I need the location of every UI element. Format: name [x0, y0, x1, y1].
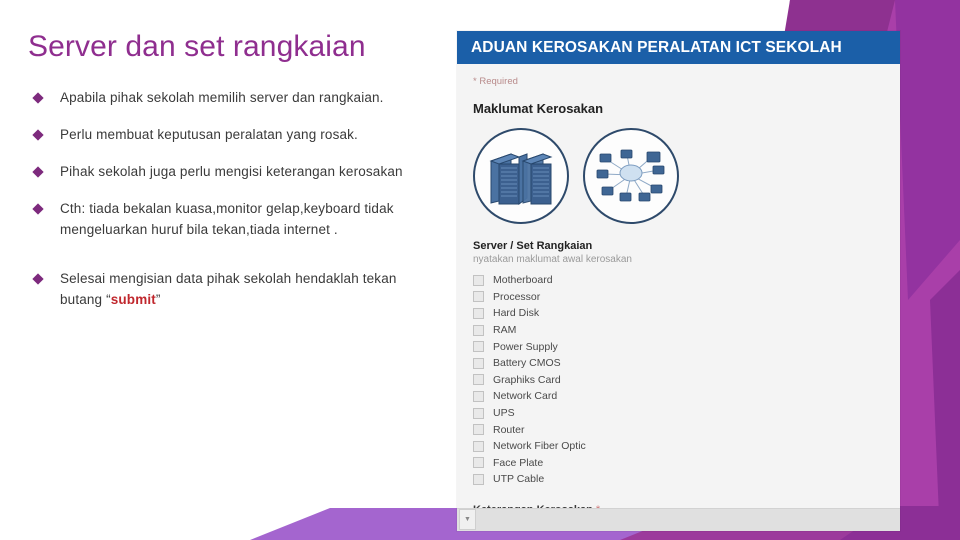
slide-canvas: Server dan set rangkaian Apabila pihak s… [0, 0, 960, 540]
form-body: * Required Maklumat Kerosakan Server / S… [457, 64, 900, 531]
checkbox-row[interactable]: Graphiks Card [473, 372, 884, 389]
list-item: Apabila pihak sekolah memilih server dan… [32, 88, 434, 109]
checkbox-icon[interactable] [473, 291, 484, 303]
slide-left-column: Server dan set rangkaian Apabila pihak s… [0, 0, 450, 540]
checkbox-icon[interactable] [473, 374, 484, 386]
diamond-bullet-icon [32, 92, 44, 104]
illustration-group [473, 128, 884, 224]
submit-instruction-suffix: ” [155, 291, 161, 307]
embedded-form-screenshot: ADUAN KEROSAKAN PERALATAN ICT SEKOLAH * … [457, 31, 900, 531]
checkbox-label: Network Fiber Optic [493, 440, 586, 453]
checkbox-label: Battery CMOS [493, 357, 561, 370]
checkbox-row[interactable]: UTP Cable [473, 471, 884, 488]
checkbox-row[interactable]: Processor [473, 289, 884, 306]
list-item: Cth: tiada bekalan kuasa,monitor gelap,k… [32, 199, 434, 241]
list-item-text: Cth: tiada bekalan kuasa,monitor gelap,k… [60, 200, 394, 237]
checkbox-label: UTP Cable [493, 473, 545, 486]
list-item-submit-instruction: Selesai mengisian data pihak sekolah hen… [32, 269, 434, 311]
checkbox-row[interactable]: Router [473, 421, 884, 438]
checkbox-icon[interactable] [473, 357, 484, 369]
checkbox-row[interactable]: Motherboard [473, 272, 884, 289]
list-item-text: Apabila pihak sekolah memilih server dan… [60, 90, 384, 105]
checkbox-icon[interactable] [473, 473, 484, 485]
form-bottom-cut-strip [457, 508, 900, 531]
bullet-list: Apabila pihak sekolah memilih server dan… [32, 88, 434, 326]
field-label: Server / Set Rangkaian [473, 240, 593, 252]
list-item: Pihak sekolah juga perlu mengisi keteran… [32, 162, 434, 183]
checkbox-label: Power Supply [493, 340, 558, 353]
form-header: ADUAN KEROSAKAN PERALATAN ICT SEKOLAH [457, 31, 900, 64]
checkbox-row[interactable]: Power Supply [473, 338, 884, 355]
checkbox-row[interactable]: Network Card [473, 388, 884, 405]
list-item-text: Perlu membuat keputusan peralatan yang r… [60, 126, 358, 142]
checkbox-row[interactable]: Hard Disk [473, 305, 884, 322]
list-item-text: Selesai mengisian data pihak sekolah hen… [60, 269, 434, 311]
network-diagram-icon [596, 149, 665, 202]
checkbox-label: Router [493, 423, 525, 436]
page-title: Server dan set rangkaian [28, 30, 366, 63]
diamond-bullet-icon [32, 272, 44, 285]
checkbox-icon[interactable] [473, 457, 484, 469]
checkbox-label: Motherboard [493, 274, 553, 287]
checkbox-icon[interactable] [473, 324, 484, 336]
checkbox-row[interactable]: Battery CMOS [473, 355, 884, 372]
scroll-down-button[interactable]: ▼ [459, 509, 476, 530]
checkbox-label: Network Card [493, 390, 558, 403]
checkbox-icon[interactable] [473, 341, 484, 353]
diamond-bullet-icon [32, 129, 44, 141]
checkbox-icon[interactable] [473, 440, 484, 452]
checkbox-icon[interactable] [473, 274, 484, 286]
diamond-bullet-icon [32, 166, 44, 178]
checkbox-label: UPS [493, 407, 515, 420]
checkbox-label: Graphiks Card [493, 373, 561, 386]
checkbox-row[interactable]: Face Plate [473, 455, 884, 472]
checkbox-icon[interactable] [473, 424, 484, 436]
checkbox-label: RAM [493, 324, 517, 337]
server-rack-icon [489, 153, 553, 205]
checkbox-icon[interactable] [473, 390, 484, 402]
submit-keyword: submit [110, 291, 156, 307]
checkbox-row[interactable]: Network Fiber Optic [473, 438, 884, 455]
network-diagram-illustration [583, 128, 679, 224]
server-rack-illustration [473, 128, 569, 224]
required-note: * Required [473, 76, 518, 87]
checkbox-icon[interactable] [473, 407, 484, 419]
list-item-text: Pihak sekolah juga perlu mengisi keteran… [60, 163, 403, 179]
checkbox-icon[interactable] [473, 307, 484, 319]
checkbox-label: Face Plate [493, 456, 544, 469]
checkbox-row[interactable]: UPS [473, 405, 884, 422]
checkbox-label: Hard Disk [493, 307, 540, 320]
checkbox-label: Processor [493, 290, 541, 303]
list-item: Perlu membuat keputusan peralatan yang r… [32, 125, 434, 146]
checkbox-group: Motherboard Processor Hard Disk RAM Powe… [473, 272, 884, 488]
checkbox-row[interactable]: RAM [473, 322, 884, 339]
diamond-bullet-icon [32, 203, 44, 215]
field-sublabel: nyatakan maklumat awal kerosakan [473, 254, 632, 265]
form-title: ADUAN KEROSAKAN PERALATAN ICT SEKOLAH [471, 38, 842, 56]
section-heading: Maklumat Kerosakan [473, 101, 604, 116]
